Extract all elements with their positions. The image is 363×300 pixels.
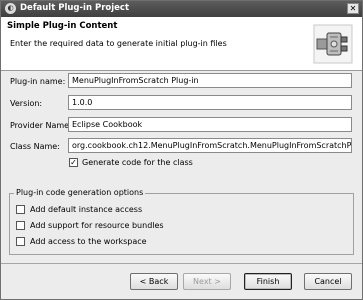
window-title: Default Plug-in Project	[20, 3, 130, 13]
page-description: Enter the required data to generate init…	[10, 39, 227, 48]
wizard-banner: Simple Plug-in Content Enter the require…	[1, 17, 362, 71]
plugin-name-field[interactable]: MenuPlugInFromScratch Plug-in	[68, 73, 352, 88]
wizard-dialog: ◐ Default Plug-in Project ✕ Simple Plug-…	[0, 0, 363, 300]
page-title: Simple Plug-in Content	[7, 21, 118, 31]
title-bar[interactable]: ◐ Default Plug-in Project ✕	[1, 1, 362, 17]
plugin-wizard-icon	[313, 24, 353, 64]
provider-name-label: Provider Name:	[10, 121, 72, 130]
workspace-access-label: Add access to the workspace	[30, 237, 147, 246]
plugin-name-label: Plug-in name:	[10, 77, 66, 86]
version-label: Version:	[10, 99, 43, 108]
group-title: Plug-in code generation options	[14, 188, 146, 197]
class-name-field[interactable]: org.cookbook.ch12.MenuPlugInFromScratch.…	[68, 138, 352, 153]
version-field[interactable]: 1.0.0	[68, 95, 352, 110]
cancel-button[interactable]: Cancel	[304, 273, 352, 290]
class-name-label: Class Name:	[10, 142, 60, 151]
default-instance-checkbox[interactable]	[16, 205, 25, 214]
resource-bundles-label: Add support for resource bundles	[30, 221, 164, 230]
code-generation-options-group: Plug-in code generation options Add defa…	[9, 188, 354, 255]
resource-bundles-checkbox[interactable]	[16, 221, 25, 230]
finish-button[interactable]: Finish	[244, 273, 292, 290]
button-bar-separator	[1, 263, 362, 264]
app-icon: ◐	[5, 3, 16, 14]
close-icon[interactable]: ✕	[347, 3, 359, 14]
next-button[interactable]: Next >	[183, 273, 231, 290]
generate-code-label: Generate code for the class	[82, 158, 193, 167]
default-instance-label: Add default instance access	[30, 205, 143, 214]
back-button[interactable]: < Back	[130, 273, 178, 290]
generate-code-checkbox[interactable]: ✓	[69, 158, 78, 167]
workspace-access-checkbox[interactable]	[16, 237, 25, 246]
provider-name-field[interactable]: Eclipse Cookbook	[68, 117, 352, 132]
